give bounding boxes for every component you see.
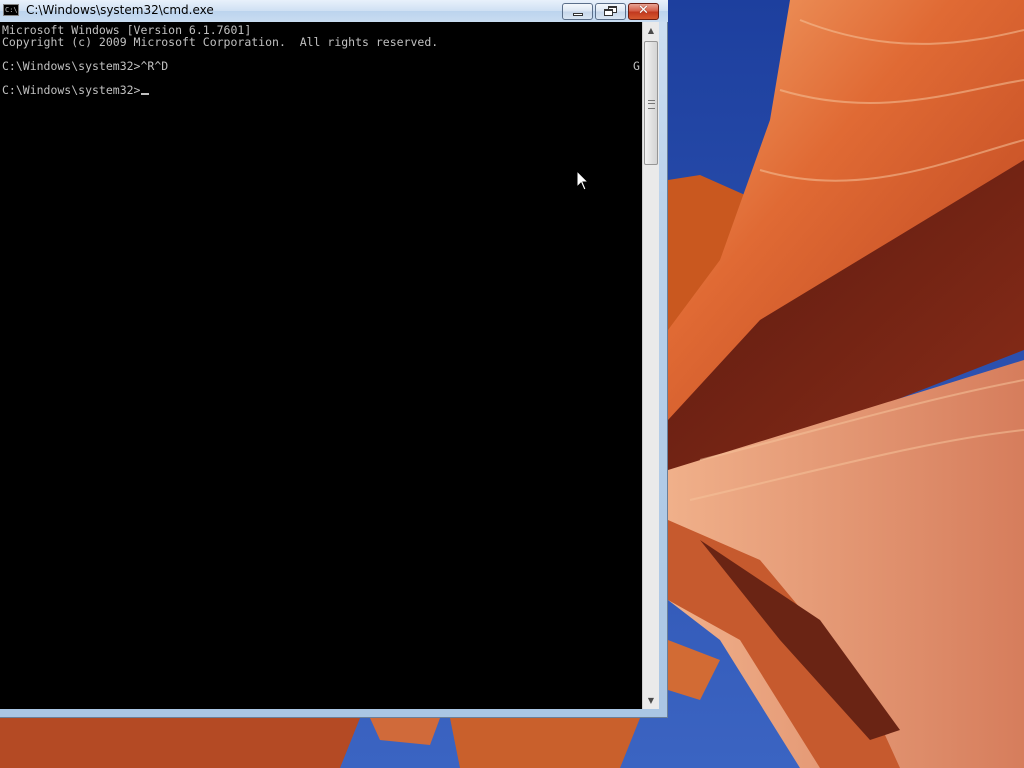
cmd-window[interactable]: C:\ C:\Windows\system32\cmd.exe ✕ Micros… [0, 0, 668, 718]
restore-icon-back [604, 9, 613, 16]
console-output[interactable]: Microsoft Windows [Version 6.1.7601] Cop… [0, 22, 642, 709]
prompt-text: C:\Windows\system32> [2, 83, 141, 97]
text-cursor [141, 93, 150, 95]
minimize-icon [573, 13, 583, 16]
cmd-icon[interactable]: C:\ [3, 4, 19, 16]
cmd-icon-label: C:\ [5, 6, 18, 14]
console-line: C:\Windows\system32>^R^D [2, 59, 169, 73]
scrollbar-thumb[interactable] [644, 41, 658, 165]
console-line-edge-char: G [633, 59, 640, 73]
window-title: C:\Windows\system32\cmd.exe [26, 3, 214, 17]
prompt-line[interactable]: C:\Windows\system32> [2, 83, 150, 97]
close-icon: ✕ [638, 3, 649, 18]
scroll-down-arrow-icon[interactable]: ▼ [643, 692, 659, 709]
vertical-scrollbar[interactable]: ▲ ▼ [642, 22, 659, 709]
scroll-up-arrow-icon[interactable]: ▲ [643, 22, 659, 39]
console-line: Copyright (c) 2009 Microsoft Corporation… [2, 35, 439, 49]
minimize-button[interactable] [562, 3, 593, 20]
close-button[interactable]: ✕ [628, 3, 659, 20]
title-bar[interactable]: C:\ C:\Windows\system32\cmd.exe ✕ [0, 0, 668, 22]
restore-button[interactable] [595, 3, 626, 20]
mouse-pointer-icon [576, 170, 590, 191]
scroll-grip-icon [648, 100, 655, 109]
